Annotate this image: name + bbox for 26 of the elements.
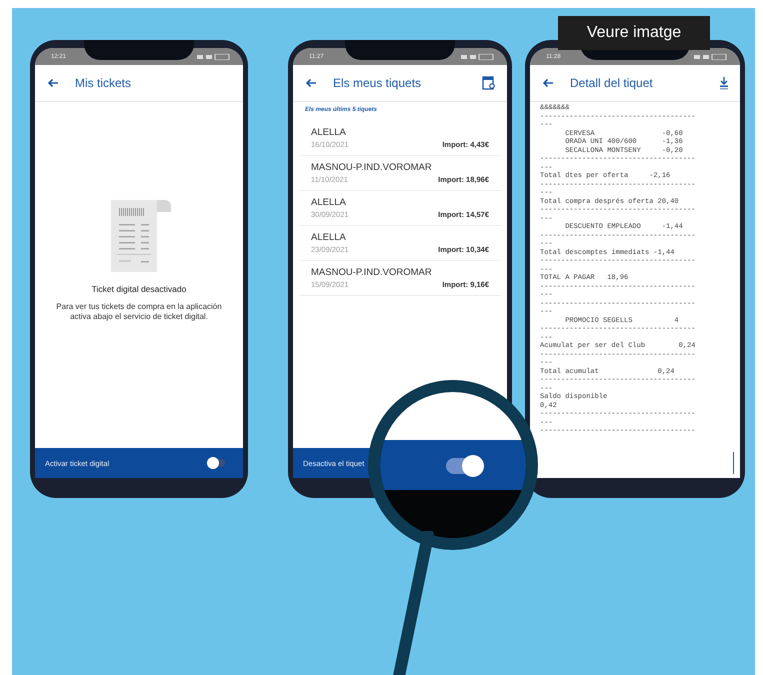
back-arrow-icon [305, 78, 317, 88]
status-icons [694, 54, 728, 60]
empty-state-title: Ticket digital desactivado [92, 284, 186, 294]
store-name: MASNOU-P.IND.VOROMAR [311, 162, 433, 173]
download-pdf-button[interactable] [718, 75, 730, 91]
toggle-switch[interactable] [209, 459, 225, 467]
receipt-search-icon [482, 76, 496, 90]
back-button[interactable] [45, 76, 61, 90]
store-name: ALELLA [311, 197, 347, 208]
view-image-button[interactable]: Veure imatge [558, 16, 710, 50]
back-arrow-icon [542, 78, 554, 88]
store-name: ALELLA [311, 232, 347, 243]
empty-state-message: Para ver tus tickets de compra en la aplicación activa abajo el servicio de ticket digital. [55, 302, 223, 322]
back-button[interactable] [303, 76, 319, 90]
receipt-search-button[interactable] [481, 75, 497, 91]
store-name: MASNOU-P.IND.VOROMAR [311, 267, 433, 278]
download-icon [719, 76, 729, 90]
screen-title: Mis tickets [75, 76, 132, 90]
scrollbar [732, 452, 734, 474]
status-icons [461, 54, 495, 60]
status-icons [197, 54, 231, 60]
store-name: ALELLA [311, 127, 347, 138]
back-arrow-icon [47, 78, 59, 88]
screen-title: Els meus tiquets [333, 76, 422, 90]
screen-title: Detall del tiquet [570, 76, 654, 90]
back-button[interactable] [540, 76, 556, 90]
